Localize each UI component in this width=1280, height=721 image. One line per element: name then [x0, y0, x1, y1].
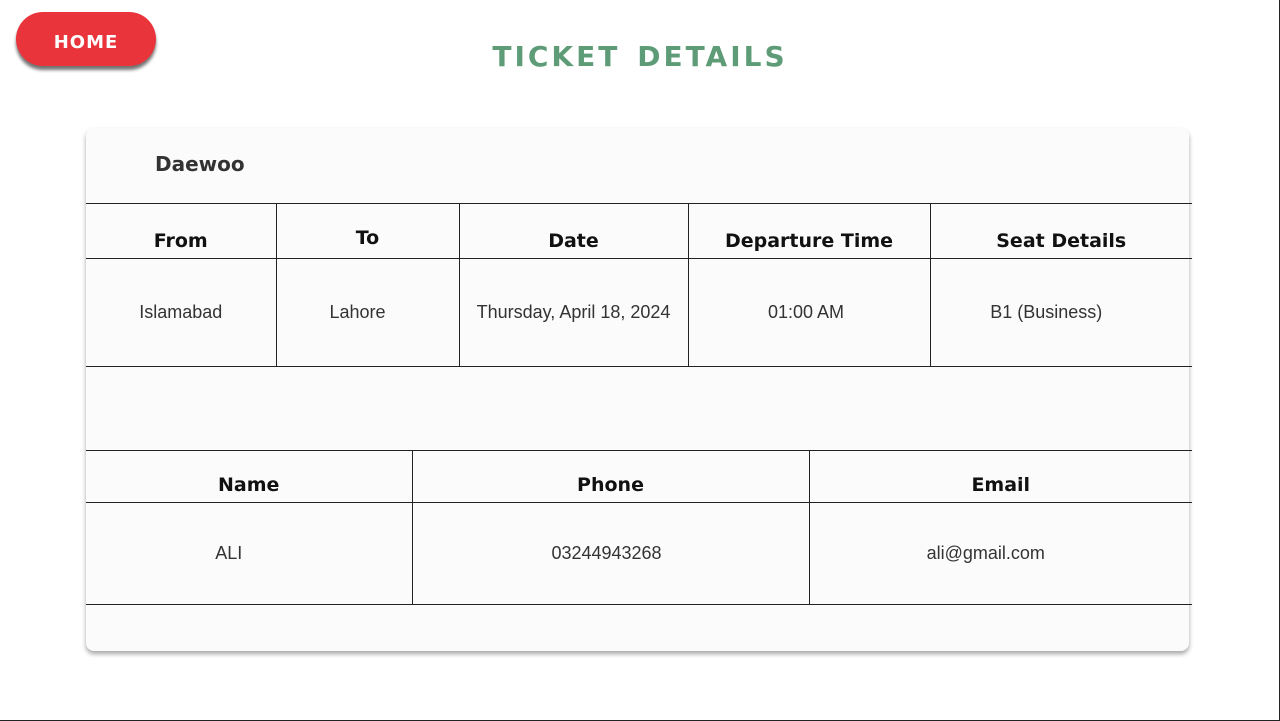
to-value: Lahore [275, 258, 460, 367]
header-phone: Phone [411, 450, 810, 503]
header-from: From [86, 203, 277, 259]
email-value: ali@gmail.com [808, 502, 1192, 605]
table-header-row: From To Date Departure Time Seat Details [86, 203, 1192, 259]
header-departure-time: Departure Time [687, 203, 931, 259]
departure-time-value: 01:00 AM [687, 258, 931, 367]
phone-value: 03244943268 [411, 502, 810, 605]
ticket-details-page: Home Ticket Details Daewoo From To Date … [0, 0, 1280, 721]
from-value: Islamabad [86, 258, 277, 367]
header-to: To [275, 203, 460, 259]
page-title: Ticket Details [492, 30, 788, 76]
table-row: Islamabad Lahore Thursday, April 18, 202… [86, 258, 1192, 367]
name-value: ALI [86, 502, 413, 605]
table-row: ALI 03244943268 ali@gmail.com [86, 502, 1192, 605]
table-header-row: Name Phone Email [86, 450, 1192, 503]
date-value: Thursday, April 18, 2024 [458, 258, 689, 367]
header-seat-details: Seat Details [929, 203, 1192, 259]
seat-details-value: B1 (Business) [929, 258, 1192, 367]
header-date: Date [458, 203, 689, 259]
passenger-details-table: Name Phone Email ALI 03244943268 ali@gma… [86, 450, 1192, 605]
bus-company-name: Daewoo [155, 152, 245, 176]
trip-details-table: From To Date Departure Time Seat Details… [86, 203, 1192, 367]
header-email: Email [808, 450, 1192, 503]
header-name: Name [86, 450, 413, 503]
